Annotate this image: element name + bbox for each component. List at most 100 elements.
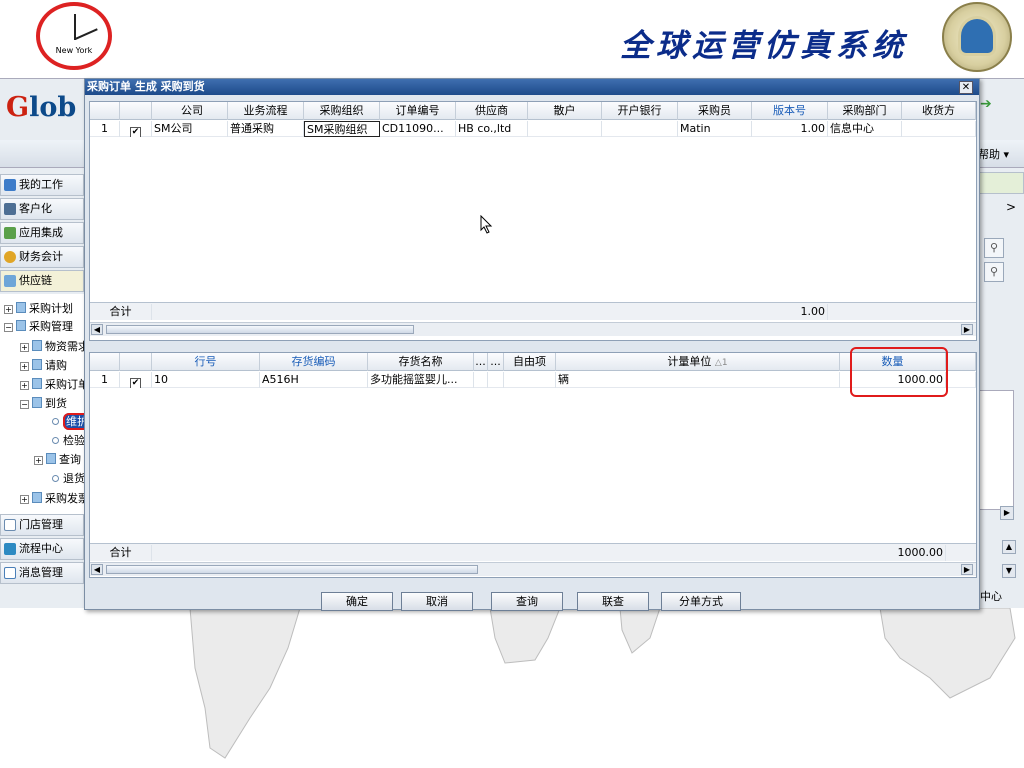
chevron-right-icon[interactable]: > — [1006, 200, 1016, 214]
sort-indicator-icon: △1 — [714, 358, 728, 368]
scroll-right-button[interactable]: ▶ — [1000, 506, 1014, 520]
order-header-columns: 公司 业务流程 采购组织 订单编号 供应商 散户 开户银行 采购员 版本号 采购… — [90, 102, 976, 120]
scroll-right-button[interactable]: ▶ — [961, 564, 973, 575]
col-line-number[interactable]: 行号 — [152, 353, 260, 371]
finance-icon — [4, 251, 16, 263]
scroll-up-button[interactable]: ▲ — [1002, 540, 1016, 554]
nav-item-supply-chain[interactable]: 供应链 — [0, 270, 84, 292]
close-button[interactable]: ✕ — [959, 81, 973, 94]
cell-company: SM公司 — [152, 121, 228, 137]
scroll-right-button[interactable]: ▶ — [961, 324, 973, 335]
tree-item-arrival[interactable]: − 到货 — [20, 395, 67, 411]
scroll-left-button[interactable]: ◀ — [91, 324, 103, 335]
checkbox-checked-icon[interactable]: ✔ — [130, 127, 141, 137]
magnifier-icon[interactable]: ⚲ — [984, 238, 1004, 258]
order-lines-columns: 行号 存货编码 存货名称 ... ... 自由项 计量单位 △1 数量 — [90, 353, 976, 371]
folder-icon — [16, 320, 26, 331]
summary-version: 1.00 — [752, 304, 828, 320]
tree-item-purchase-plan[interactable]: + 采购计划 — [4, 300, 73, 316]
tree-item-purchase-order[interactable]: + 采购订单 — [20, 376, 89, 392]
row-checkbox[interactable]: ✔ — [120, 121, 152, 137]
nav-item-customize[interactable]: 客户化 — [0, 198, 84, 220]
tree-item-requisition[interactable]: + 请购 — [20, 357, 67, 373]
help-menu[interactable]: 帮助 ▾ — [978, 146, 1024, 162]
col-supplier[interactable]: 供应商 — [456, 102, 528, 120]
scroll-thumb[interactable] — [106, 565, 478, 574]
cell-inventory-name: 多功能摇篮婴儿... — [368, 372, 474, 388]
summary-quantity: 1000.00 — [840, 545, 946, 561]
table-row[interactable]: 1 ✔ SM公司 普通采购 SM采购组织 CD11090... HB co.,l… — [90, 121, 976, 137]
col-receiver[interactable]: 收货方 — [902, 102, 976, 120]
navigation-tree: + 采购计划 − 采购管理 + 物资需求 + 请购 + 采购订单 − 到货 维护 检验 + 查… — [0, 294, 91, 514]
horizontal-scrollbar[interactable]: ◀ ▶ — [90, 562, 976, 576]
arrow-right-icon[interactable]: ➔ — [980, 96, 994, 112]
col-retail[interactable]: 散户 — [528, 102, 602, 120]
world-map-background — [189, 608, 1016, 759]
col-extra-2[interactable]: ... — [488, 353, 504, 371]
nav-item-workflow-center[interactable]: 流程中心 — [0, 538, 84, 560]
confirm-button[interactable]: 确定 — [321, 592, 393, 611]
checkbox-checked-icon[interactable]: ✔ — [130, 378, 141, 388]
col-company[interactable]: 公司 — [152, 102, 228, 120]
col-unit[interactable]: 计量单位 △1 — [556, 353, 840, 371]
col-select[interactable] — [120, 353, 152, 371]
col-purchase-dept[interactable]: 采购部门 — [828, 102, 902, 120]
university-seal-icon — [942, 2, 1012, 72]
cell-receiver — [902, 121, 976, 137]
split-method-button[interactable]: 分单方式 — [661, 592, 741, 611]
cell-purchase-org[interactable]: SM采购组织 — [304, 121, 380, 137]
tree-item-return[interactable]: 退货 — [52, 470, 85, 486]
cell-buyer: Matin — [678, 121, 752, 137]
col-version[interactable]: 版本号 — [752, 102, 828, 120]
cancel-button[interactable]: 取消 — [401, 592, 473, 611]
cell-version: 1.00 — [752, 121, 828, 137]
folder-icon — [16, 302, 26, 313]
scroll-down-button[interactable]: ▼ — [1002, 564, 1016, 578]
col-bank[interactable]: 开户银行 — [602, 102, 678, 120]
col-tail — [946, 353, 976, 371]
cell-extra-2 — [488, 372, 504, 388]
mouse-cursor-icon — [480, 215, 493, 234]
seal-building-icon — [958, 16, 996, 56]
nav-item-finance[interactable]: 财务会计 — [0, 246, 84, 268]
col-select[interactable] — [120, 102, 152, 120]
cell-purchase-dept: 信息中心 — [828, 121, 902, 137]
cell-free-item — [504, 372, 556, 388]
nav-item-message-mgmt[interactable]: 消息管理 — [0, 562, 84, 584]
scroll-thumb[interactable] — [106, 325, 414, 334]
grid-icon — [4, 203, 16, 215]
col-purchase-org[interactable]: 采购组织 — [304, 102, 380, 120]
tree-item-purchase-invoice[interactable]: + 采购发票 — [20, 490, 89, 506]
col-business-flow[interactable]: 业务流程 — [228, 102, 304, 120]
col-inventory-name[interactable]: 存货名称 — [368, 353, 474, 371]
push-dialog: 采购订单 生成 采购到货 ✕ 公司 业务流程 采购组织 订单编号 供应商 散户 … — [84, 78, 980, 611]
nav-item-my-work[interactable]: 我的工作 — [0, 174, 84, 196]
col-inventory-code[interactable]: 存货编码 — [260, 353, 368, 371]
col-free-item[interactable]: 自由项 — [504, 353, 556, 371]
col-rownum — [90, 353, 120, 371]
tree-item-material-demand[interactable]: + 物资需求 — [20, 338, 89, 354]
nav-item-app-integration[interactable]: 应用集成 — [0, 222, 84, 244]
magnifier-icon[interactable]: ⚲ — [984, 262, 1004, 282]
col-order-number[interactable]: 订单编号 — [380, 102, 456, 120]
col-buyer[interactable]: 采购员 — [678, 102, 752, 120]
horizontal-scrollbar[interactable]: ◀ ▶ — [90, 322, 976, 336]
cell-line-number: 10 — [152, 372, 260, 388]
scroll-left-button[interactable]: ◀ — [91, 564, 103, 575]
linked-query-button[interactable]: 联查 — [577, 592, 649, 611]
query-button[interactable]: 查询 — [491, 592, 563, 611]
summary-row: 合计 1.00 — [90, 302, 976, 320]
nav-item-store-mgmt[interactable]: 门店管理 — [0, 514, 84, 536]
clock-city-label: New York — [55, 46, 93, 55]
tree-item-inspect[interactable]: 检验 — [52, 432, 85, 448]
col-extra-1[interactable]: ... — [474, 353, 488, 371]
tree-item-purchase-mgmt[interactable]: − 采购管理 — [4, 318, 73, 334]
right-panel-strip — [979, 172, 1024, 194]
leaf-dot-icon — [52, 418, 59, 425]
app-logo: Glob — [6, 92, 77, 123]
folder-icon — [32, 397, 42, 408]
row-checkbox[interactable]: ✔ — [120, 372, 152, 388]
folder-icon — [46, 453, 56, 464]
table-row[interactable]: 1 ✔ 10 A516H 多功能摇篮婴儿... 辆 1000.00 — [90, 372, 976, 388]
tree-item-query[interactable]: + 查询 — [34, 451, 81, 467]
